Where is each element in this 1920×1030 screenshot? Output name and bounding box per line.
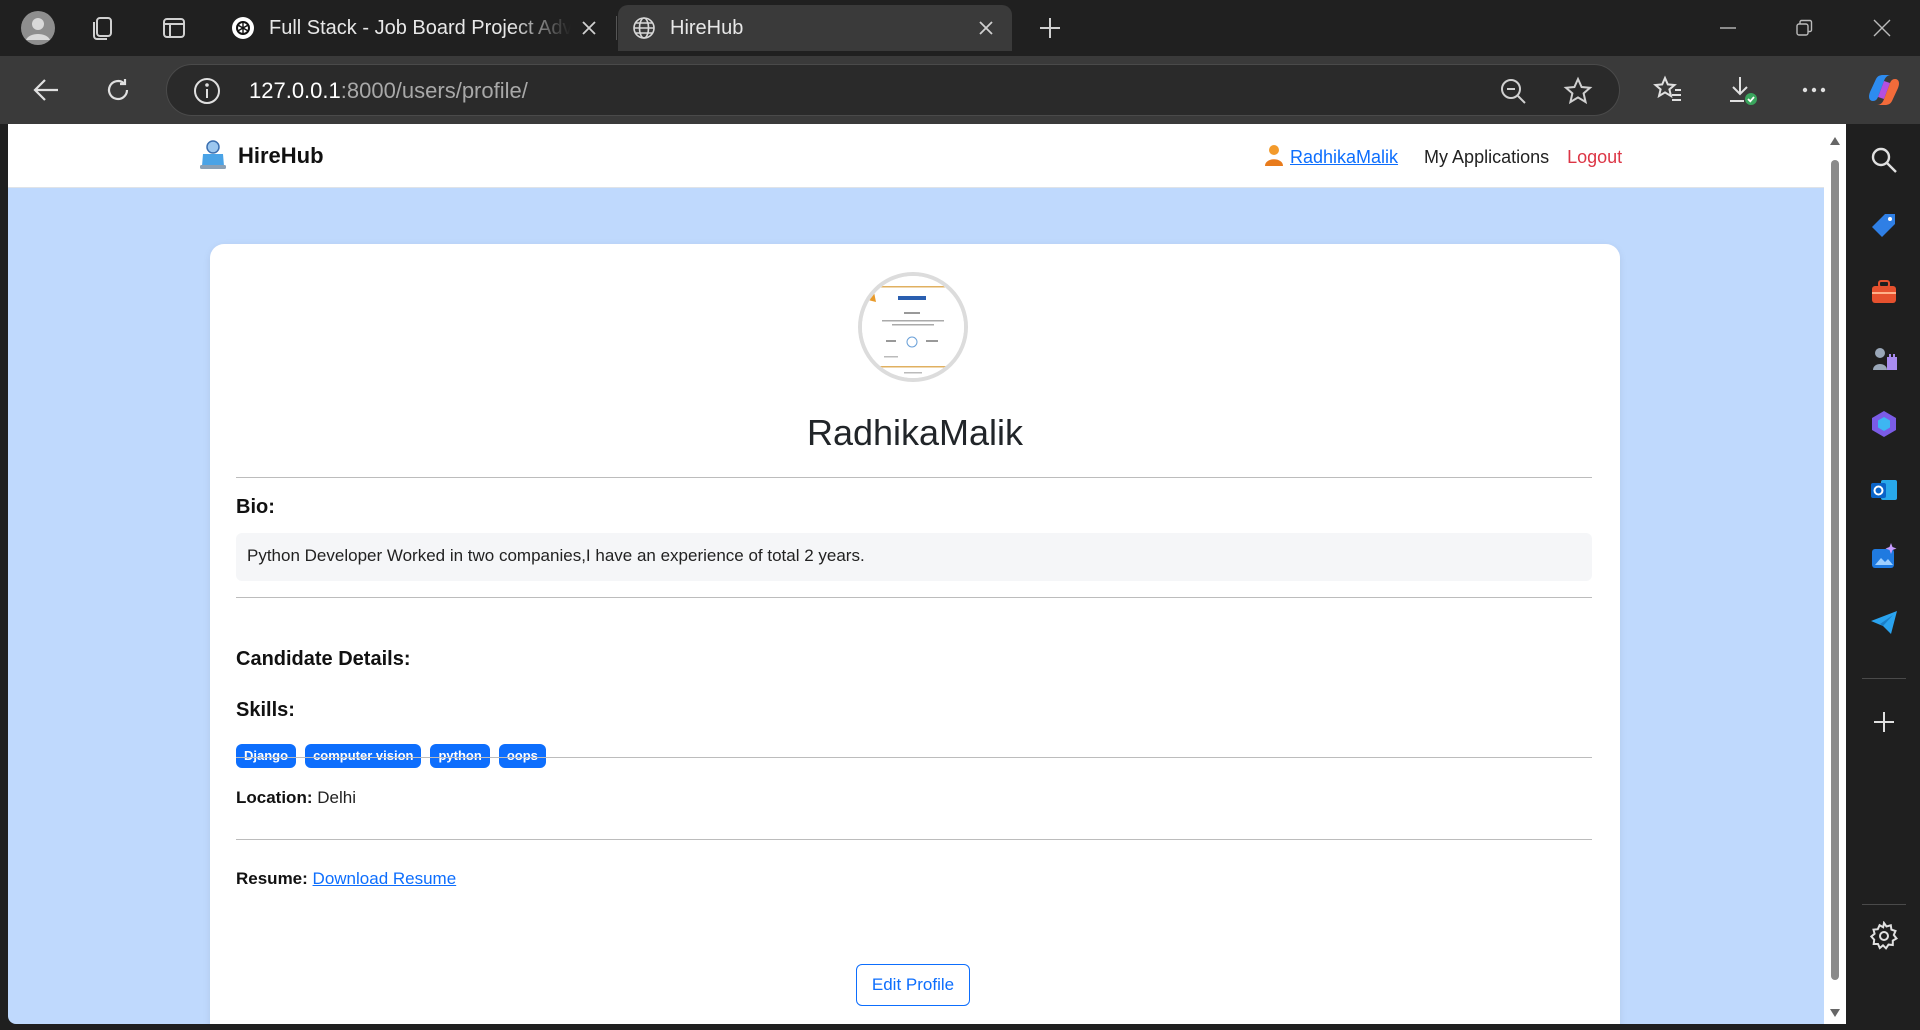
copilot-sidebar-icon[interactable]: [1866, 406, 1902, 442]
url-text[interactable]: 127.0.0.1:8000/users/profile/: [249, 78, 528, 104]
zoom-out-icon[interactable]: [1499, 77, 1527, 110]
divider: [236, 477, 1592, 478]
profile-card: RadhikaMalik Bio: Python Developer Worke…: [210, 244, 1620, 1024]
skill-badge: computer vision: [305, 744, 422, 768]
image-creator-icon[interactable]: [1866, 538, 1902, 574]
tab-divider: [616, 16, 617, 40]
nav-links: RadhikaMalik My Applications Logout: [1264, 142, 1622, 172]
toolbar: 127.0.0.1:8000/users/profile/: [0, 56, 1920, 124]
favorite-star-icon[interactable]: [1563, 76, 1593, 111]
user-icon: [1264, 143, 1284, 172]
outlook-icon[interactable]: [1866, 472, 1902, 508]
close-tab-icon[interactable]: [571, 10, 607, 46]
chatgpt-icon: [231, 16, 255, 40]
page-viewport: HireHub RadhikaMalik My Applications Log…: [8, 124, 1824, 1024]
restore-icon[interactable]: [1780, 8, 1828, 48]
edge-sidebar: [1848, 124, 1920, 1030]
copilot-icon[interactable]: [1862, 68, 1906, 112]
divider: [236, 597, 1592, 598]
nav-logout-link[interactable]: Logout: [1567, 147, 1622, 168]
reload-icon[interactable]: [96, 68, 140, 112]
divider: [236, 839, 1592, 840]
skills-list: Django computer vision python oops: [236, 744, 555, 768]
nav-username-link[interactable]: RadhikaMalik: [1290, 147, 1398, 168]
games-chess-icon[interactable]: [1866, 340, 1902, 376]
site-navbar: HireHub RadhikaMalik My Applications Log…: [8, 124, 1824, 188]
bio-label: Bio:: [236, 496, 275, 518]
back-arrow-icon[interactable]: [24, 68, 68, 112]
settings-gear-icon[interactable]: [1866, 918, 1902, 954]
scroll-down-icon[interactable]: [1830, 1004, 1840, 1022]
skills-heading: Skills:: [236, 699, 295, 721]
tab-title: Full Stack - Job Board Project Advanced …: [269, 16, 571, 39]
tab-hirehub[interactable]: HireHub: [618, 5, 1012, 51]
skill-badge: python: [430, 744, 490, 768]
hirehub-logo-icon: [198, 138, 228, 175]
downloads-icon[interactable]: [1720, 68, 1764, 112]
minimize-icon[interactable]: [1704, 8, 1752, 48]
profile-avatar-icon[interactable]: [18, 8, 58, 48]
address-bar[interactable]: 127.0.0.1:8000/users/profile/: [166, 64, 1620, 116]
location-value: Delhi: [317, 788, 356, 807]
edit-profile-button[interactable]: Edit Profile: [856, 964, 970, 1006]
bio-text: Python Developer Worked in two companies…: [247, 546, 865, 565]
close-tab-icon[interactable]: [968, 10, 1004, 46]
tab-strip: Full Stack - Job Board Project Advanced …: [0, 0, 1920, 56]
search-icon[interactable]: [1866, 142, 1902, 178]
divider: [236, 757, 1592, 758]
nav-my-applications-link[interactable]: My Applications: [1424, 147, 1549, 168]
tab-title: HireHub: [670, 16, 744, 39]
globe-icon: [632, 16, 656, 40]
tab-job-board[interactable]: Full Stack - Job Board Project Advanced …: [217, 5, 615, 51]
url-host: 127.0.0.1: [249, 78, 341, 103]
shopping-tag-icon[interactable]: [1866, 208, 1902, 244]
new-tab-plus-icon[interactable]: [1030, 8, 1070, 48]
download-resume-link[interactable]: Download Resume: [313, 869, 457, 888]
location-row: Location: Delhi: [236, 788, 356, 808]
scroll-thumb[interactable]: [1831, 160, 1839, 980]
url-path: :8000/users/profile/: [340, 78, 528, 103]
tab-actions-icon[interactable]: [154, 8, 194, 48]
brand[interactable]: HireHub: [198, 138, 324, 174]
bio-box: Python Developer Worked in two companies…: [236, 533, 1592, 581]
add-plus-icon[interactable]: [1866, 704, 1902, 740]
resume-row: Resume: Download Resume: [236, 869, 456, 889]
sidebar-divider: [1862, 678, 1906, 679]
profile-picture: [858, 272, 968, 382]
sidebar-divider: [1862, 904, 1906, 905]
scroll-up-icon[interactable]: [1830, 132, 1840, 150]
favorites-icon[interactable]: [1646, 68, 1690, 112]
resume-label: Resume:: [236, 869, 308, 888]
tools-briefcase-icon[interactable]: [1866, 274, 1902, 310]
location-label: Location:: [236, 788, 313, 807]
site-info-icon[interactable]: [193, 77, 221, 110]
skill-badge: Django: [236, 744, 297, 768]
page-scrollbar[interactable]: [1824, 124, 1846, 1024]
brand-name: HireHub: [238, 143, 324, 168]
workspaces-icon[interactable]: [82, 8, 122, 48]
telegram-send-icon[interactable]: [1866, 604, 1902, 640]
profile-username: RadhikaMalik: [806, 412, 1024, 453]
candidate-details-heading: Candidate Details:: [236, 648, 411, 670]
skill-badge: oops: [498, 744, 546, 768]
close-window-icon[interactable]: [1858, 8, 1906, 48]
more-options-icon[interactable]: [1792, 68, 1836, 112]
